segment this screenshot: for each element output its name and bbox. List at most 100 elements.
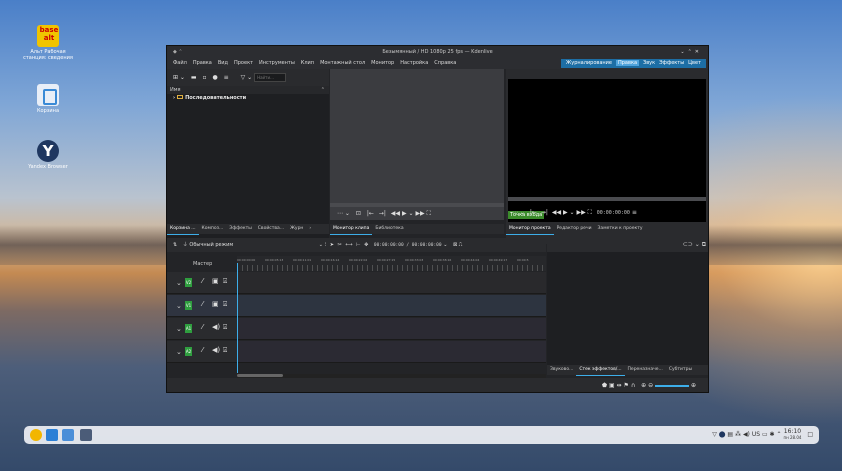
playhead[interactable] [237,263,238,373]
menu-edit[interactable]: Правка [193,60,212,66]
clipboard-icon[interactable]: ▤ [727,431,733,438]
menu-file[interactable]: Файл [173,60,187,66]
set-in-icon[interactable]: |← [530,209,537,216]
tab-journal[interactable]: Журн [287,224,306,234]
menu-view[interactable]: Вид [218,60,228,66]
tag-icon[interactable]: ▫ [202,74,206,81]
chevron-down-icon[interactable]: ⌄ [176,279,182,287]
layout-color[interactable]: Цвет [688,60,701,66]
menu-clip[interactable]: Клип [301,60,314,66]
tab-project-monitor[interactable]: Монитор проекта [506,224,554,235]
chevron-up-icon[interactable]: ⌃ [321,86,325,94]
chevron-down-icon[interactable]: ⌄ [695,241,700,248]
menu-settings[interactable]: Настройка [400,60,428,66]
keyboard-layout[interactable]: US [752,431,760,438]
chevron-down-icon[interactable]: ⌄ [176,302,182,310]
film-icon[interactable]: ▣ [609,382,615,389]
chevron-down-icon[interactable]: ⌄ [570,209,575,216]
tab-audio-mixer[interactable]: Звуково... [547,365,576,375]
zoom-slider[interactable] [655,384,690,387]
speaker-icon[interactable]: ◀) [212,323,220,331]
chevron-down-icon[interactable]: ⌄ [319,242,323,248]
effects-icon[interactable]: ⁄ [202,300,203,308]
lock-icon[interactable]: ⍓ [223,300,227,309]
desktop-icon-alt-info[interactable]: base alt Альт Рабочая станция: сведения [18,25,78,61]
track-header-a2[interactable]: ⌄ A2 ⁄ ◀) ⍓ [167,341,237,363]
set-in-icon[interactable]: |← [367,210,374,217]
spacer-tool-icon[interactable]: ⁝ [325,242,327,248]
project-monitor-scrubber[interactable] [508,197,706,201]
chevron-down-icon[interactable]: ⌄ [176,348,182,356]
clip-menu-icon[interactable]: ⋯ ⌄ [337,210,350,217]
track-lane[interactable] [237,318,546,340]
hamburger-icon[interactable]: ≡ [632,209,637,216]
set-out-icon[interactable]: →| [379,210,386,217]
film-icon[interactable]: ▣ [212,277,219,285]
zone-icon[interactable]: ⊡ [356,210,361,217]
project-timecode[interactable]: 00:00:00:00 [597,210,630,216]
ripple-tool-icon[interactable]: ⊢ [356,242,360,248]
chevron-right-icon[interactable]: › [306,224,314,234]
project-menu-icon[interactable]: ⋯ ⌄ [512,209,525,216]
menu-timeline[interactable]: Монтажный стол [320,60,365,66]
track-lane[interactable] [237,295,546,317]
tab-subtitles[interactable]: Субтитры [666,365,695,375]
clock[interactable]: 16:10 пн 28.04 [783,428,801,441]
window-controls[interactable]: ⌄⌃✕ [680,46,702,58]
menu-help[interactable]: Справка [434,60,456,66]
kdenlive-task-icon[interactable] [80,429,92,441]
fast-forward-icon[interactable]: ▶▶ [415,210,424,217]
slip-tool-icon[interactable]: ⟷ [345,242,352,248]
display-icon[interactable]: ▭ [762,431,768,438]
tab-project-notes[interactable]: Заметки к проекту [595,224,646,234]
bluetooth-icon[interactable]: ✱ [770,431,775,438]
edit-mode-select[interactable]: Обычный режим [189,242,233,248]
bin-column-header[interactable]: Имя ⌃ [167,86,329,94]
marker-icon[interactable]: ⚑ [624,382,629,389]
tab-compositions[interactable]: Композ... [199,224,227,234]
track-lane[interactable] [237,272,546,294]
play-icon[interactable]: ▶ [402,210,407,217]
edit-mode-icon[interactable]: ⏚ [183,242,188,248]
tab-library[interactable]: Библиотека [372,224,406,234]
select-tool-icon[interactable]: ➤ [330,242,334,248]
track-header-a1[interactable]: ⌄ A1 ⁄ ◀) ⍓ [167,318,237,340]
show-desktop-icon[interactable]: □ [807,431,813,438]
desktop-icon-yandex[interactable]: Y Yandex Browser [18,140,78,170]
browser-icon[interactable] [62,429,74,441]
tab-clip-monitor[interactable]: Монитор клипа [330,224,373,235]
tab-project-bin[interactable]: Корзина ... [167,224,199,235]
tab-speech-editor[interactable]: Редактор речи [554,224,595,234]
app-menu-icon[interactable] [30,429,42,441]
file-manager-icon[interactable] [46,429,58,441]
tab-effect-stack[interactable]: Стек эффектов/... [576,365,625,376]
volume-icon[interactable]: ◀) [743,431,750,438]
effects-icon[interactable]: ⁄ [202,346,203,354]
shield-icon[interactable]: ▽ [712,431,717,438]
compare-icon[interactable]: ⊂⊃ [683,241,693,248]
chevron-down-icon[interactable]: ⌄ [443,242,447,248]
effects-icon[interactable]: ⁄ [202,277,203,285]
fullscreen-icon[interactable]: ⛶ [588,209,592,216]
speaker-icon[interactable]: ◀) [212,346,220,354]
fullscreen-icon[interactable]: ⛶ [427,210,431,217]
yandex-icon[interactable]: ⬤ [719,431,726,438]
scrollbar-thumb[interactable] [237,374,283,377]
filter-icon[interactable]: ▽ ⌄ [241,74,253,81]
clip-monitor[interactable] [330,69,504,220]
track-lane[interactable] [237,341,546,363]
tab-remap[interactable]: Переназначе... [625,365,666,375]
film-icon[interactable]: ▣ [212,300,219,308]
lock-icon[interactable]: ⍓ [223,346,227,355]
master-label[interactable]: Мастер [193,261,212,267]
zoom-in-icon[interactable]: ⊕ [691,382,696,389]
copy-icon[interactable]: ⧉ [702,241,706,248]
lock-icon[interactable]: ⍓ [223,323,227,332]
network-icon[interactable]: ⁂ [735,431,741,438]
shield-icon[interactable]: ⬟ [602,382,607,389]
set-out-icon[interactable]: →| [541,209,548,216]
magnet-icon[interactable]: ∩ [631,382,635,389]
rewind-icon[interactable]: ◀◀ [391,210,400,217]
split-icon[interactable]: ⇹ [617,382,622,389]
zoom-out-icon[interactable]: ⊖ [648,382,653,389]
